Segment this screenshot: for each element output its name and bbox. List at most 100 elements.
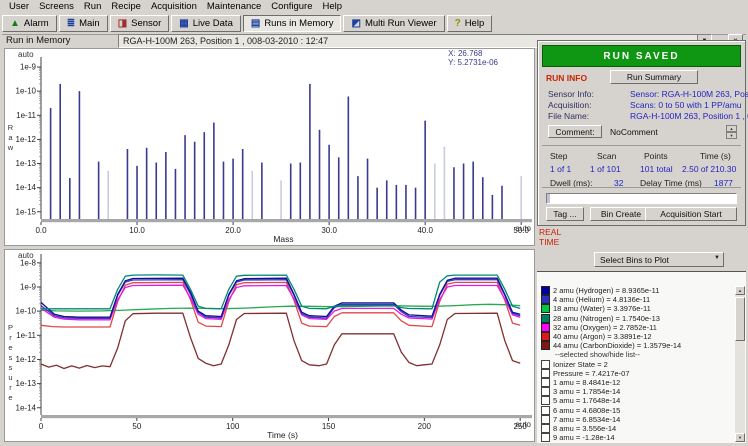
legend-item[interactable]: 4 amu (Helium) = 4.8136e-11 [541, 295, 733, 304]
select-bins-label: Select Bins to Plot [600, 255, 669, 265]
legend-item[interactable]: 18 amu (Water) = 3.3976e-11 [541, 304, 733, 313]
legend-item-label: 1 amu = 8.4841e-12 [553, 378, 620, 387]
legend-item-label: 44 amu (CarbonDioxide) = 1.3579e-14 [553, 341, 681, 350]
stats-header-time: Time (s) [700, 151, 731, 161]
menu-recipe[interactable]: Recipe [106, 1, 146, 12]
toolbar-label-live-data: Live Data [193, 18, 233, 29]
legend-item[interactable]: 28 amu (Nitrogen) = 1.7540e-13 [541, 314, 733, 323]
checkbox-icon[interactable] [541, 406, 550, 415]
toolbar-button-runs-in-memory[interactable]: ▤Runs in Memory [243, 15, 342, 32]
svg-text:20.0: 20.0 [225, 226, 241, 235]
legend-checkbox-item[interactable]: 3 amu = 1.7854e-14 [541, 387, 733, 396]
svg-text:10.0: 10.0 [129, 226, 145, 235]
x-axis-auto-label: auto [515, 420, 531, 429]
toolbar-label-help: Help [465, 18, 485, 29]
svg-text:Time (s): Time (s) [267, 430, 298, 440]
menu-screens[interactable]: Screens [34, 1, 79, 12]
checkbox-icon[interactable] [541, 424, 550, 433]
menu-bar: UserScreensRunRecipeAcquisitionMaintenan… [0, 0, 748, 13]
menu-configure[interactable]: Configure [266, 1, 317, 12]
legend-item-label: 2 amu (Hydrogen) = 8.9365e-11 [553, 286, 659, 295]
legend-scrollbar[interactable]: ▲ ▼ [735, 286, 745, 442]
comment-spinner[interactable]: ▲ ▼ [726, 125, 737, 139]
svg-text:100: 100 [226, 422, 240, 431]
scroll-down-icon[interactable]: ▼ [735, 433, 745, 442]
legend-checkbox-item[interactable]: 6 amu = 4.6808e-15 [541, 405, 733, 414]
legend-item[interactable]: 2 amu (Hydrogen) = 8.9365e-11 [541, 286, 733, 295]
scroll-up-icon[interactable]: ▲ [735, 286, 745, 295]
tag-button[interactable]: Tag ... [546, 207, 584, 221]
svg-text:1e-13: 1e-13 [16, 379, 37, 388]
spinner-up-icon[interactable]: ▲ [726, 125, 737, 132]
run-summary-button[interactable]: Run Summary [610, 70, 698, 84]
comment-value: NoComment [610, 127, 658, 137]
legend-item[interactable]: 44 amu (CarbonDioxide) = 1.3579e-14 [541, 341, 733, 350]
sensor-info-value: Sensor: RGA-H-100M 263, Position 1 [630, 89, 748, 99]
toolbar-button-help[interactable]: ? Help [447, 15, 493, 32]
toolbar-label-multi-run-viewer: Multi Run Viewer [365, 18, 437, 29]
toolbar-button-multi-run-viewer[interactable]: ◩ Multi Run Viewer [343, 15, 444, 32]
help-icon: ? [455, 19, 461, 29]
svg-text:1e-10: 1e-10 [16, 87, 37, 96]
legend-checkbox-item[interactable]: 9 amu = -1.28e-14 [541, 433, 733, 442]
checkbox-icon[interactable] [541, 387, 550, 396]
legend-swatch-icon [541, 286, 550, 295]
toolbar-button-alarm[interactable]: ▲Alarm [2, 15, 57, 32]
multi-run-viewer-icon: ◩ [351, 19, 360, 29]
svg-text:30.0: 30.0 [321, 226, 337, 235]
checkbox-icon[interactable] [541, 369, 550, 378]
cursor-x-value: X: 26.768 [448, 49, 498, 58]
bin-create-button[interactable]: Bin Create [590, 207, 652, 221]
menu-user[interactable]: User [4, 1, 34, 12]
legend-item[interactable]: 32 amu (Oxygen) = 2.7852e-11 [541, 323, 733, 332]
scrollbar-thumb[interactable] [735, 297, 745, 341]
spinner-down-icon[interactable]: ▼ [726, 132, 737, 139]
svg-text:1e-10: 1e-10 [16, 307, 37, 316]
live-data-icon: ▦ [179, 19, 188, 29]
run-selector-value: RGA-H-100M 263, Position 1 , 008-03-2010… [123, 36, 328, 46]
menu-run[interactable]: Run [79, 1, 106, 12]
svg-text:0.0: 0.0 [35, 226, 47, 235]
checkbox-icon[interactable] [541, 396, 550, 405]
legend-checkbox-item[interactable]: Pressure = 7.4217e-07 [541, 369, 733, 378]
checkbox-icon[interactable] [541, 433, 550, 442]
legend-item-label: 32 amu (Oxygen) = 2.7852e-11 [553, 323, 657, 332]
run-saved-banner: RUN SAVED [542, 45, 741, 67]
run-in-memory-label: Run in Memory [6, 35, 70, 46]
toolbar-button-main[interactable]: ≣Main [59, 15, 108, 32]
checkbox-icon[interactable] [541, 360, 550, 369]
legend-checkbox-item[interactable]: 8 amu = 3.556e-14 [541, 424, 733, 433]
legend-checkbox-item[interactable]: 7 amu = 6.8534e-14 [541, 415, 733, 424]
legend-item-label: 28 amu (Nitrogen) = 1.7540e-13 [553, 314, 660, 323]
chevron-down-icon[interactable]: ▼ [714, 255, 720, 261]
legend-checkbox-item[interactable]: Ionizer State = 2 [541, 360, 733, 369]
legend-item-label: 4 amu (Helium) = 4.8136e-11 [553, 295, 650, 304]
sensor-info-row: Sensor Info: Sensor: RGA-H-100M 263, Pos… [538, 89, 745, 100]
menu-help[interactable]: Help [318, 1, 348, 12]
svg-text:1e-11: 1e-11 [16, 331, 36, 340]
mass-spectrum-chart[interactable]: 1e-91e-101e-111e-121e-131e-141e-150.010.… [4, 48, 535, 246]
toolbar-button-live-data[interactable]: ▦ Live Data [171, 15, 241, 32]
svg-text:1e-9: 1e-9 [20, 282, 37, 291]
svg-text:50: 50 [132, 422, 141, 431]
svg-text:1e-15: 1e-15 [16, 207, 37, 216]
legend-item[interactable]: 40 amu (Argon) = 3.3891e-12 [541, 332, 733, 341]
checkbox-icon[interactable] [541, 378, 550, 387]
run-info-title: RUN INFO [546, 73, 587, 83]
menu-acquisition[interactable]: Acquisition [146, 1, 202, 12]
acquisition-start-button[interactable]: Acquisition Start [645, 207, 737, 221]
toolbar-button-sensor[interactable]: ◨Sensor [110, 15, 170, 32]
comment-button[interactable]: Comment: [548, 125, 602, 138]
legend-checkbox-item[interactable]: 1 amu = 8.4841e-12 [541, 378, 733, 387]
select-bins-dropdown[interactable]: Select Bins to Plot ▼ [594, 252, 724, 267]
checkbox-icon[interactable] [541, 415, 550, 424]
trend-chart[interactable]: 1e-81e-91e-101e-111e-121e-131e-140501001… [4, 249, 535, 442]
y-axis-auto-label: auto [18, 251, 34, 260]
sensor-icon: ◨ [118, 19, 127, 29]
legend-checkbox-item[interactable]: 5 amu = 1.7648e-14 [541, 396, 733, 405]
real-time-line2: TIME [539, 237, 561, 247]
x-axis-auto-label: auto [515, 224, 531, 233]
menu-maintenance[interactable]: Maintenance [202, 1, 266, 12]
file-name-value: RGA-H-100M 263, Position 1 , 008-03-2010 [630, 111, 748, 121]
alarm-icon: ▲ [10, 19, 20, 29]
